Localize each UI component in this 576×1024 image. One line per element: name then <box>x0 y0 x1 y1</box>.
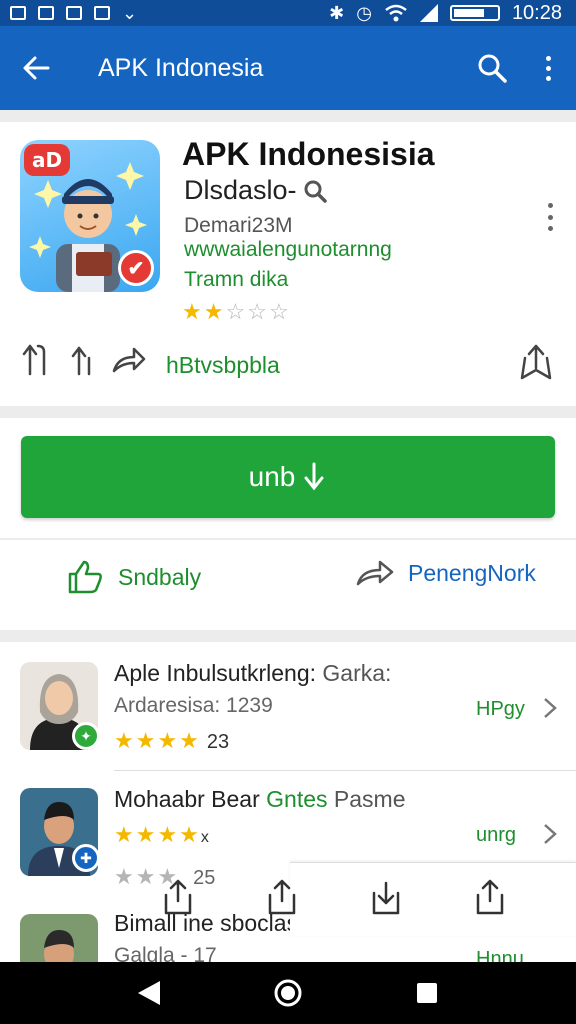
chevron-right-icon[interactable] <box>540 694 560 722</box>
install-label: unb <box>248 461 296 492</box>
upload-button[interactable] <box>472 877 508 917</box>
rotate-icon <box>22 344 46 376</box>
share-button[interactable] <box>264 877 300 917</box>
ad-badge: aD <box>24 144 71 176</box>
status-right: ✱ ◷ 10:28 <box>329 2 562 25</box>
share-action[interactable]: PenengNork <box>356 558 536 588</box>
list-item-rating: ★★★★ 23 <box>114 728 229 754</box>
check-icon: ✔ <box>118 250 154 286</box>
list-item-title: Aple Inbulsutkrleng: Garka: <box>114 660 391 687</box>
rating-count: 23 <box>206 731 230 753</box>
install-button[interactable]: unb <box>21 436 555 518</box>
notification-icon <box>66 6 82 20</box>
save-action[interactable]: Sndbaly <box>66 558 201 596</box>
bookmark-share-button[interactable] <box>516 342 556 382</box>
app-bar: APK Indonesia <box>0 26 576 110</box>
wifi-icon <box>385 4 407 22</box>
chevron-down-icon: ⌄ <box>122 2 138 23</box>
list-item-rating: ★★★★x <box>114 822 211 848</box>
star-icon: ★★★★ <box>114 822 201 847</box>
download-button[interactable] <box>368 877 404 917</box>
app-link[interactable]: wwwaialengunotarnng <box>184 238 392 262</box>
home-circle-icon <box>274 979 302 1007</box>
page-title: APK Indonesia <box>98 53 264 82</box>
save-action-label: Sndbaly <box>118 563 202 590</box>
app-subtitle-text: Dlsdaslo- <box>184 175 297 205</box>
status-bar: ⌄ ✱ ◷ 10:28 <box>0 0 576 26</box>
square-recents-icon <box>416 983 437 1003</box>
list-item[interactable]: ✦ Aple Inbulsutkrleng: Garka: Ardaresisa… <box>0 656 576 776</box>
chevron-right-icon[interactable] <box>540 820 560 848</box>
badge-icon: ✦ <box>72 722 100 750</box>
alarm-icon: ◷ <box>356 2 372 23</box>
status-left: ⌄ <box>10 3 137 24</box>
star-outline-icon: ☆ <box>225 299 248 324</box>
app-name: APK Indonesisia <box>182 136 435 172</box>
list-item-title-text: Mohaabr Bear <box>114 786 260 812</box>
share-arrow-icon <box>356 560 394 586</box>
share-icon <box>268 879 296 915</box>
download-icon <box>304 462 324 491</box>
search-icon <box>478 54 507 83</box>
list-item-title-text: Aple Inbulsutkrleng: <box>114 660 317 686</box>
share-icon <box>520 344 552 380</box>
upload-button[interactable] <box>66 340 100 380</box>
share-button[interactable] <box>112 340 146 380</box>
arrow-back-icon <box>23 56 50 80</box>
search-button[interactable] <box>464 26 520 110</box>
app-rating: ★★☆☆☆ <box>182 299 291 325</box>
list-item-tag: unrg <box>476 824 517 846</box>
list-item-title: Mohaabr Bear Gntes Pasme <box>114 786 406 813</box>
star-outline-icon: ☆ <box>268 299 291 324</box>
divider <box>114 770 576 771</box>
header-action-label[interactable]: hBtvsbpbla <box>166 352 280 379</box>
upload-icon <box>476 879 504 915</box>
list-item-title-green: Gntes <box>266 786 328 812</box>
list-item-title-extra: Pasme <box>333 786 406 812</box>
list-item-subtitle: Ardaresisa: 1239 <box>114 694 273 717</box>
header-actions <box>20 340 146 380</box>
search-icon <box>304 180 327 203</box>
star-icon: ★ <box>182 299 204 324</box>
more-options-button[interactable] <box>520 26 576 110</box>
share-action-label: PenengNork <box>408 559 536 586</box>
nav-recents-button[interactable] <box>407 973 447 1013</box>
back-button[interactable] <box>0 26 72 110</box>
bluetooth-icon: ✱ <box>329 2 345 23</box>
app-subtitle: Dlsdaslo- <box>184 175 327 206</box>
export-button[interactable] <box>160 877 196 917</box>
nav-back-button[interactable] <box>129 973 169 1013</box>
list-item-title-extra: Garka: <box>322 660 392 686</box>
thumb-up-icon <box>68 560 102 594</box>
upload-icon <box>71 346 91 376</box>
triangle-back-icon <box>138 981 161 1005</box>
notification-icon <box>94 6 110 20</box>
notification-icon <box>10 6 26 20</box>
battery-icon <box>449 5 500 21</box>
nav-home-button[interactable] <box>268 973 308 1013</box>
star-icon: ★★★★ <box>114 728 201 753</box>
more-vert-icon <box>545 55 551 81</box>
share-arrow-icon <box>112 347 146 373</box>
app-category: Tramn dika <box>184 268 289 291</box>
badge-icon: ✚ <box>72 844 100 872</box>
app-icon: aD ✔ <box>20 140 160 292</box>
floating-toolbar-icons <box>160 872 576 922</box>
rotate-button[interactable] <box>20 340 54 380</box>
more-icon: x <box>200 829 211 846</box>
notification-icon <box>38 6 54 20</box>
star-outline-icon: ☆ <box>247 299 269 324</box>
export-icon <box>164 879 192 915</box>
app-developer: Demari23M <box>184 214 293 237</box>
system-nav-bar <box>0 962 576 1024</box>
list-item-tag: HPgy <box>476 698 525 720</box>
status-time: 10:28 <box>511 1 562 24</box>
star-icon: ★ <box>203 299 226 324</box>
signal-icon <box>419 4 438 22</box>
download-icon <box>372 881 400 915</box>
app-more-button[interactable] <box>536 200 564 234</box>
